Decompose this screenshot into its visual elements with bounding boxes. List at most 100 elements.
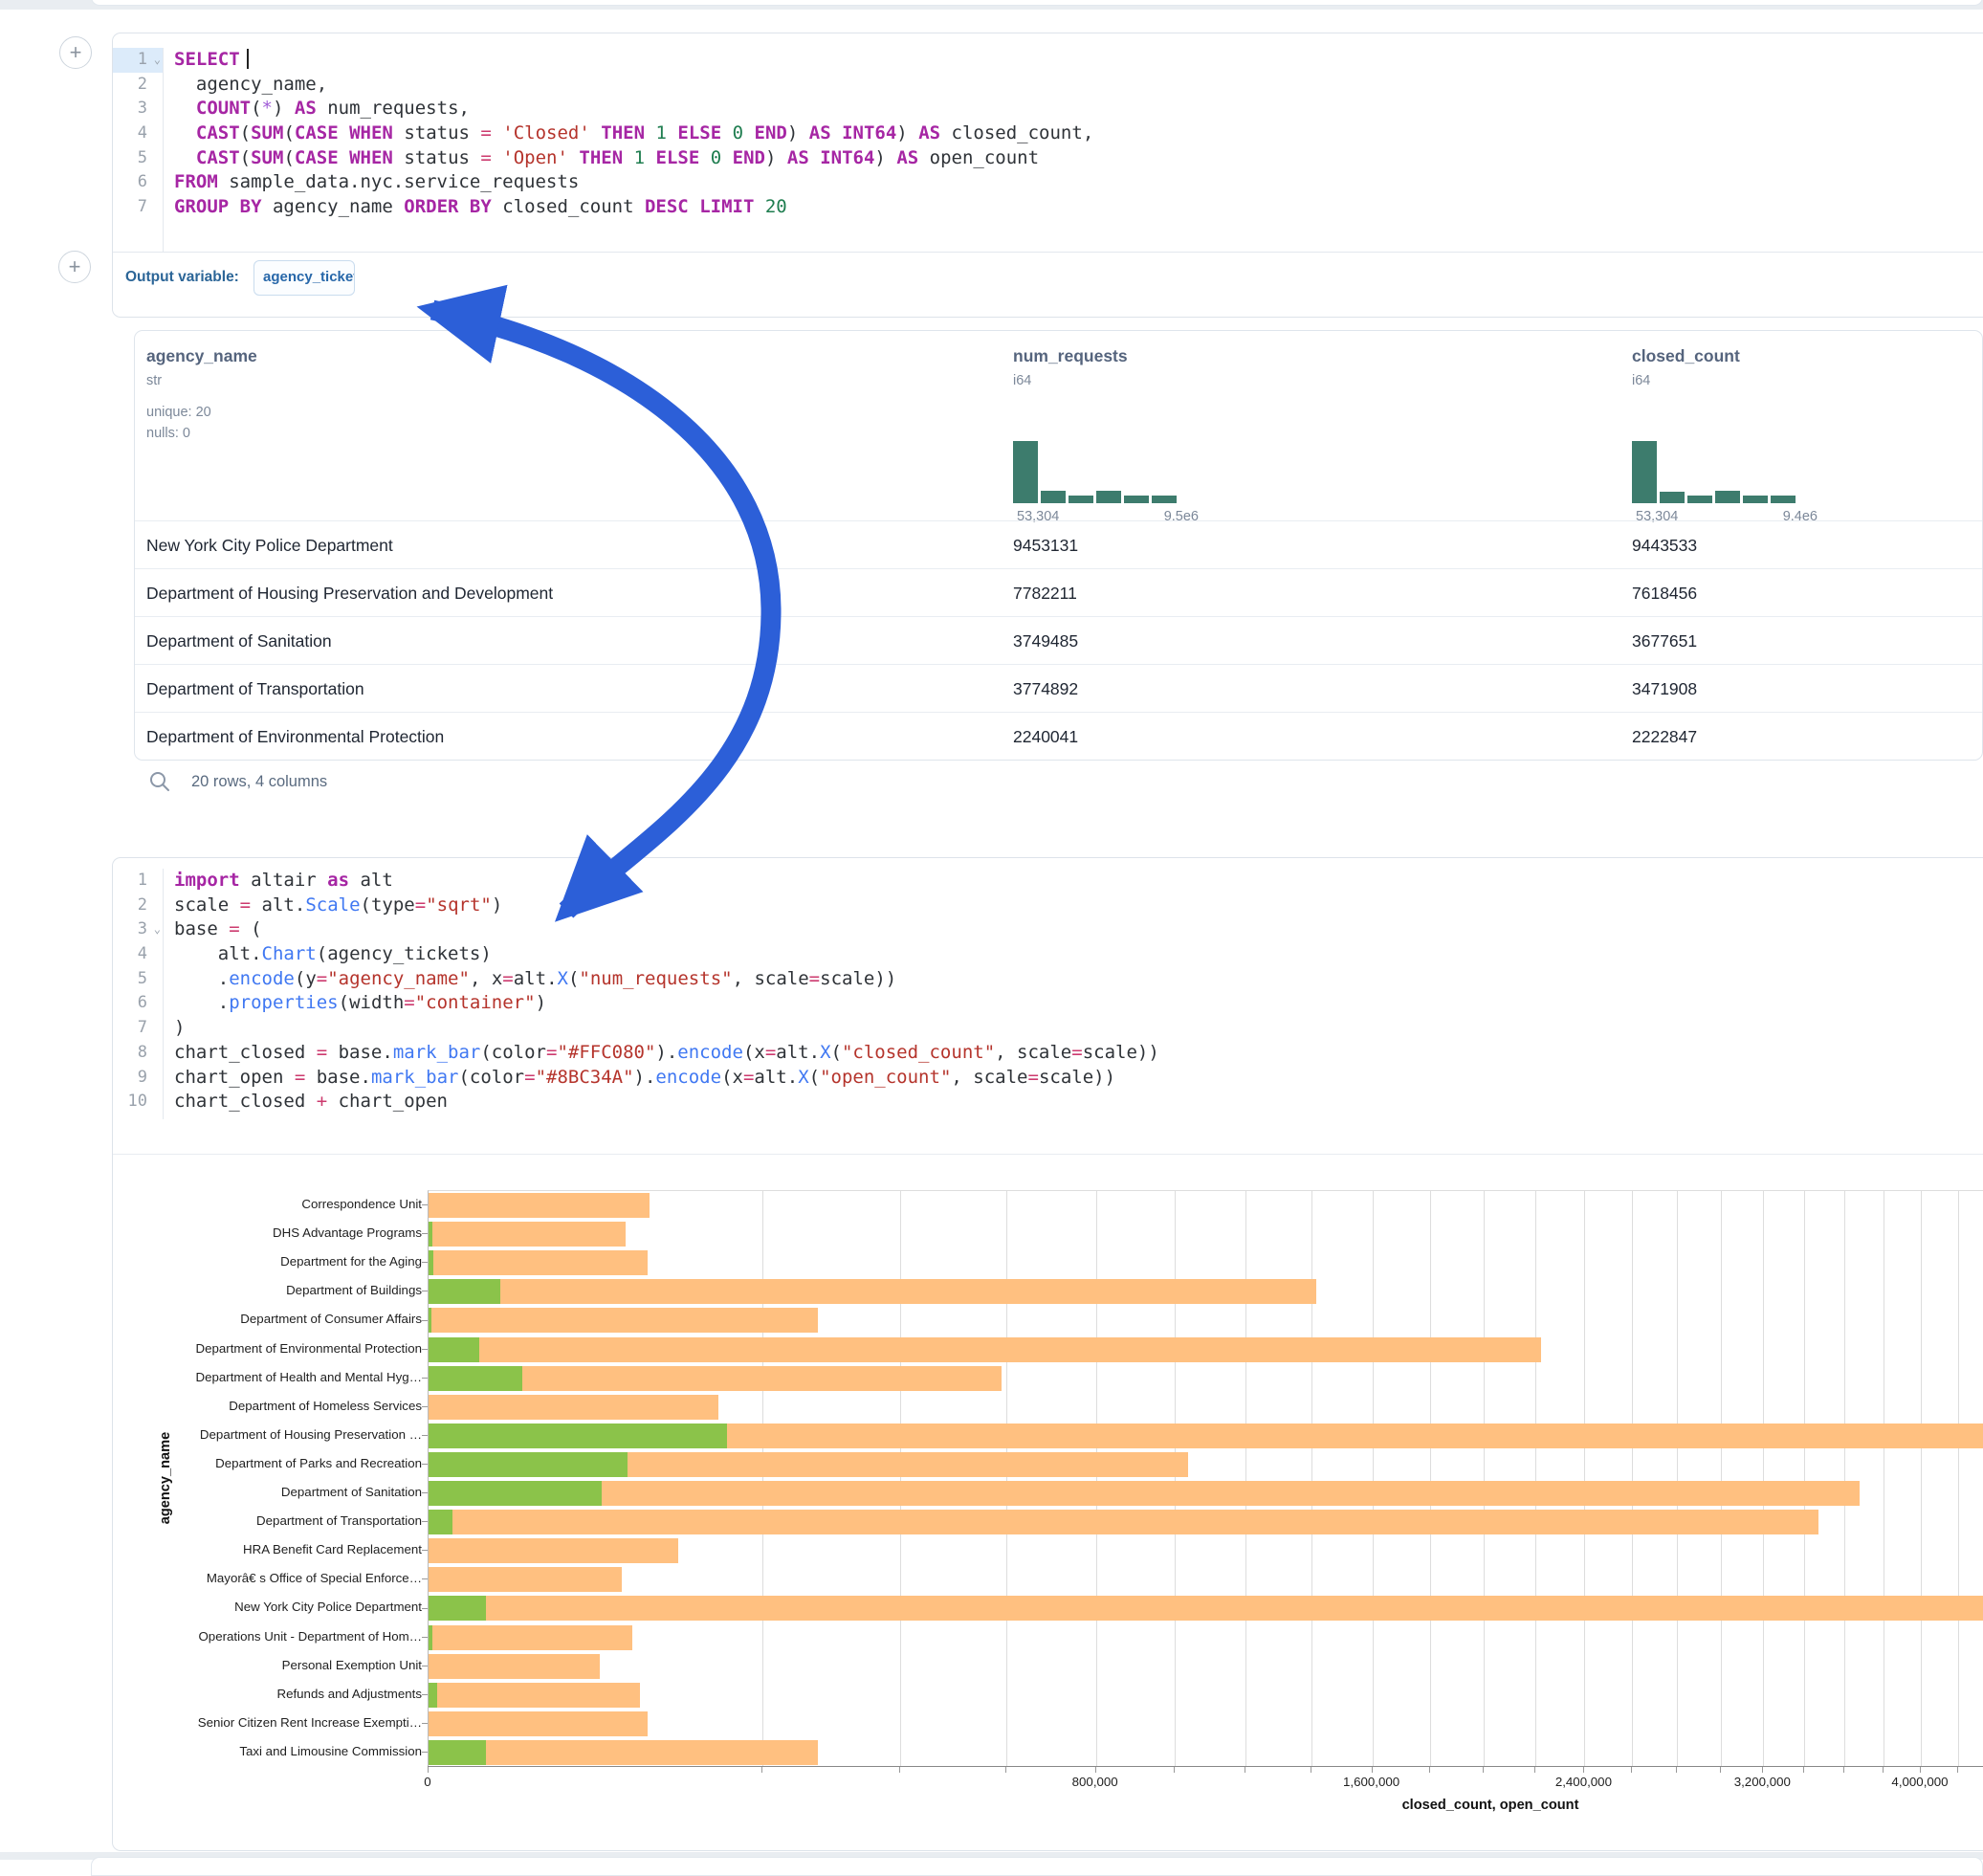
open-count-bar[interactable] [429,1481,602,1506]
line-number[interactable]: 2 [113,894,163,918]
column-name: num_requests [1013,331,1128,366]
column-header-closed-count[interactable]: closed_count i64 [1632,331,1740,388]
open-count-bar[interactable] [429,1337,479,1362]
code-token: 0 [733,122,743,143]
closed-count-bar[interactable] [429,1481,1860,1506]
closed-count-bar[interactable] [429,1279,1316,1304]
open-count-bar[interactable] [429,1366,522,1391]
closed-count-bar[interactable] [429,1395,718,1420]
code-token: ( [480,1042,491,1063]
open-count-bar[interactable] [429,1424,727,1448]
line-number[interactable]: 2 [113,73,163,98]
table-row[interactable]: Department of Environmental Protection22… [135,712,1982,760]
code-token: y [305,968,316,989]
code-line[interactable]: agency_name, [174,73,1983,98]
line-number[interactable]: 6 [113,991,163,1016]
collapse-chevron-icon[interactable]: ⌄ [154,917,161,942]
line-number[interactable]: 4 [113,942,163,967]
table-row[interactable]: Department of Sanitation37494853677651 [135,616,1982,664]
open-count-bar[interactable] [429,1625,432,1650]
histogram-bin [1743,496,1768,503]
table-row[interactable]: New York City Police Department945313194… [135,520,1982,568]
line-number[interactable]: 10 [113,1090,163,1115]
closed-count-bar[interactable] [429,1625,632,1650]
closed-count-bar[interactable] [429,1740,818,1765]
line-number[interactable]: 3 [113,97,163,121]
open-count-bar[interactable] [429,1740,486,1765]
line-number[interactable]: 4 [113,121,163,146]
add-cell-button-top[interactable]: + [59,36,92,69]
code-line[interactable]: .encode(y="agency_name", x=alt.X("num_re… [174,967,1983,992]
line-number[interactable]: 1 [113,869,163,894]
code-line[interactable]: alt.Chart(agency_tickets) [174,942,1983,967]
code-line[interactable]: COUNT(*) AS num_requests, [174,97,1983,121]
table-row[interactable]: Department of Transportation377489234719… [135,664,1982,712]
closed-count-bar[interactable] [429,1250,648,1275]
code-token: alt [251,894,295,916]
closed-count-bar[interactable] [429,1510,1818,1534]
code-line[interactable]: scale = alt.Scale(type="sqrt") [174,894,1983,918]
code-token: , [951,1067,961,1088]
code-token: closed_count [492,196,645,217]
code-line[interactable]: FROM sample_data.nyc.service_requests [174,170,1983,195]
closed-count-bar[interactable] [429,1308,818,1333]
code-token: ( [743,1042,754,1063]
line-number[interactable]: 1⌄ [113,48,163,73]
num-requests-histogram [1013,441,1185,503]
open-count-bar[interactable] [429,1250,433,1275]
search-icon[interactable] [147,769,172,794]
line-number[interactable]: 3⌄ [113,917,163,942]
column-header-num-requests[interactable]: num_requests i64 [1013,331,1128,388]
code-token: )) [1093,1067,1115,1088]
x-axis-tick [899,1767,900,1773]
code-line[interactable]: chart_open = base.mark_bar(color="#8BC34… [174,1066,1983,1091]
line-number[interactable]: 9 [113,1066,163,1091]
line-number[interactable]: 5 [113,146,163,171]
code-token [492,122,502,143]
closed-count-bar[interactable] [429,1683,640,1708]
sql-editor[interactable]: 1⌄234567 SELECT agency_name, COUNT(*) AS… [113,48,1983,252]
open-count-bar[interactable] [429,1510,452,1534]
closed-count-bar[interactable] [429,1654,600,1679]
line-number[interactable]: 6 [113,170,163,195]
line-number[interactable]: 7 [113,1016,163,1041]
closed-count-bar[interactable] [429,1596,1983,1621]
line-number[interactable]: 8 [113,1041,163,1066]
python-editor[interactable]: 123⌄45678910 import altair as altscale =… [113,869,1983,1119]
code-line[interactable]: base = ( [174,917,1983,942]
closed-count-bar[interactable] [429,1538,678,1563]
code-token: base [327,1042,382,1063]
line-number[interactable]: 5 [113,967,163,992]
open-count-bar[interactable] [429,1596,486,1621]
code-line[interactable]: import altair as alt [174,869,1983,894]
output-variable-input[interactable]: agency_tickets [253,260,355,296]
closed-count-bar[interactable] [429,1222,626,1247]
closed-count-bar[interactable] [429,1711,648,1736]
open-count-bar[interactable] [429,1279,500,1304]
closed-count-bar[interactable] [429,1337,1541,1362]
code-line[interactable]: GROUP BY agency_name ORDER BY closed_cou… [174,195,1983,220]
table-row[interactable]: Department of Housing Preservation and D… [135,568,1982,616]
code-line[interactable]: ) [174,1016,1983,1041]
open-count-bar[interactable] [429,1308,431,1333]
column-header-agency-name[interactable]: agency_name str unique: 20 nulls: 0 [146,331,257,444]
closed-count-bar[interactable] [429,1193,650,1218]
sql-code[interactable]: SELECT agency_name, COUNT(*) AS num_requ… [174,48,1983,220]
line-number[interactable]: 7 [113,195,163,220]
x-axis-tick [1803,1767,1804,1773]
collapse-chevron-icon[interactable]: ⌄ [154,48,161,73]
code-line[interactable]: CAST(SUM(CASE WHEN status = 'Closed' THE… [174,121,1983,146]
code-line[interactable]: chart_closed + chart_open [174,1090,1983,1115]
open-count-bar[interactable] [429,1222,432,1247]
open-count-bar[interactable] [429,1683,437,1708]
code-line[interactable]: CAST(SUM(CASE WHEN status = 'Open' THEN … [174,146,1983,171]
code-line[interactable]: SELECT [174,48,1983,73]
open-count-bar[interactable] [429,1452,628,1477]
closed-count-bar[interactable] [429,1567,622,1592]
add-cell-button-below-sql[interactable]: + [58,251,91,283]
python-code[interactable]: import altair as altscale = alt.Scale(ty… [174,869,1983,1115]
code-line[interactable]: chart_closed = base.mark_bar(color="#FFC… [174,1041,1983,1066]
code-token: ) [273,98,283,119]
code-line[interactable]: .properties(width="container") [174,991,1983,1016]
code-token: "#FFC080" [557,1042,655,1063]
